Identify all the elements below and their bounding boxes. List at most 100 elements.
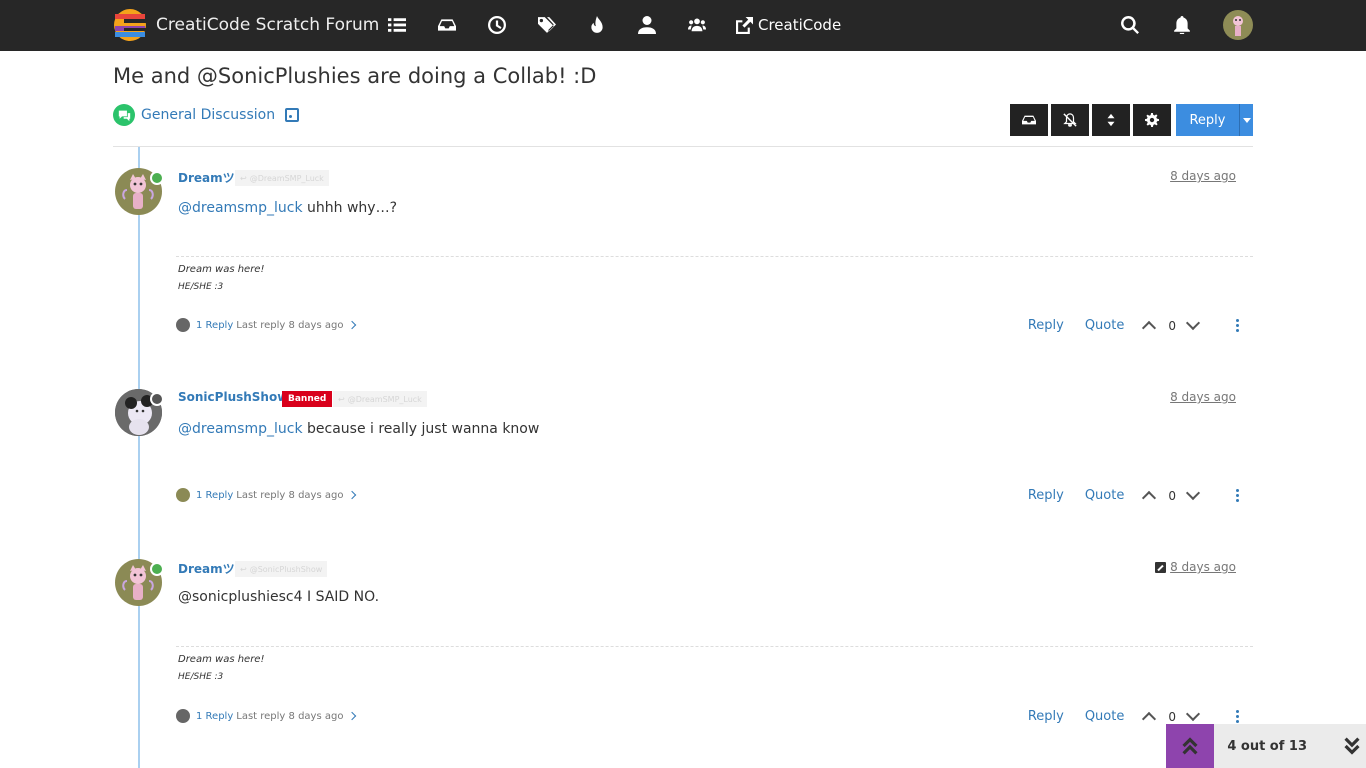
replies-count: 1 Reply <box>196 489 234 501</box>
header-divider <box>113 146 1253 147</box>
user-avatar[interactable] <box>1223 10 1253 40</box>
navbar: CreatiCode Scratch Forum CreatiCode <box>0 0 1366 51</box>
reply-options-dropdown[interactable] <box>1239 104 1253 136</box>
nav-right <box>1119 10 1253 40</box>
category-name: General Discussion <box>141 107 276 123</box>
notifications-bell-icon[interactable] <box>1171 13 1193 37</box>
topic-reply-button[interactable]: Reply <box>1176 104 1239 136</box>
post-quote-button[interactable]: Quote <box>1085 488 1125 503</box>
creaticode-external-link[interactable]: CreatiCode <box>736 16 841 34</box>
post-author[interactable]: SonicPlushShow <box>178 390 288 404</box>
signature-divider <box>176 646 1253 647</box>
signature-divider <box>176 256 1253 257</box>
mention-link[interactable]: @dreamsmp_luck <box>178 421 303 437</box>
post-menu-icon[interactable] <box>1236 319 1239 332</box>
post: SonicPlushShow Banned ↩ @DreamSMP_Luck 8 … <box>113 369 1253 539</box>
post-replies-toggle[interactable]: 1 Reply Last reply 8 days ago <box>176 488 357 502</box>
post-author[interactable]: Dreamツ <box>178 560 235 577</box>
downvote-icon[interactable] <box>1185 485 1201 501</box>
groups-icon[interactable] <box>686 13 708 37</box>
reply-avatar <box>176 318 190 332</box>
popular-icon[interactable] <box>586 13 608 37</box>
post-reply-button[interactable]: Reply <box>1028 488 1064 503</box>
signature-pronouns: HE/SHE :3 <box>178 282 224 292</box>
double-chevron-down-icon <box>1343 737 1360 755</box>
downvote-icon[interactable] <box>1185 706 1201 722</box>
sort-button[interactable] <box>1092 104 1130 136</box>
upvote-icon[interactable] <box>1142 320 1157 336</box>
topic-category[interactable]: General Discussion <box>113 104 300 126</box>
topic-tools-button[interactable] <box>1133 104 1171 136</box>
signature-line: Dream was here! <box>178 264 265 275</box>
pagination-bar: 4 out of 13 <box>1166 724 1366 768</box>
unwatch-icon <box>1063 113 1077 127</box>
reply-arrow-icon: ↩ <box>240 564 247 574</box>
post-menu-icon[interactable] <box>1236 489 1239 502</box>
external-link-label: CreatiCode <box>758 16 842 34</box>
users-icon[interactable] <box>636 13 658 37</box>
reply-avatar <box>176 709 190 723</box>
post-actions: Reply Quote 0 <box>1028 485 1239 506</box>
rss-icon[interactable] <box>285 108 300 122</box>
chevron-right-icon <box>348 320 357 330</box>
post-actions: Reply Quote 0 <box>1028 706 1239 727</box>
edited-icon <box>1155 561 1167 573</box>
chevron-right-icon <box>348 490 357 500</box>
post: Dreamツ ↩ @DreamSMP_Luck 8 days ago @dream… <box>113 148 1253 363</box>
post-actions: Reply Quote 0 <box>1028 315 1239 336</box>
post-menu-icon[interactable] <box>1236 710 1239 723</box>
mark-unread-button[interactable] <box>1010 104 1048 136</box>
post-timestamp[interactable]: 8 days ago <box>1155 560 1236 574</box>
post-reply-button[interactable]: Reply <box>1028 318 1064 333</box>
reply-to-link[interactable]: ↩ @DreamSMP_Luck <box>235 170 329 186</box>
topic-title: Me and @SonicPlushies are doing a Collab… <box>113 64 597 88</box>
reply-to-link[interactable]: ↩ @DreamSMP_Luck <box>333 391 427 407</box>
post-author[interactable]: Dreamツ <box>178 169 235 186</box>
watch-button[interactable] <box>1051 104 1089 136</box>
post-text: uhhh why…? <box>302 200 397 216</box>
upvote-icon[interactable] <box>1142 490 1157 506</box>
post-reply-button[interactable]: Reply <box>1028 709 1064 724</box>
post-timestamp-text: 8 days ago <box>1170 560 1236 574</box>
replies-count: 1 Reply <box>196 319 234 331</box>
post-content: @sonicplushiesc4 I SAID NO. <box>178 589 380 605</box>
scroll-to-bottom-button[interactable] <box>1337 735 1366 757</box>
brand[interactable]: CreatiCode Scratch Forum <box>113 8 379 42</box>
post-content: @dreamsmp_luck because i really just wan… <box>178 421 539 437</box>
online-status-indicator <box>150 562 164 576</box>
signature-line: Dream was here! <box>178 654 265 665</box>
banned-badge: Banned <box>282 391 333 407</box>
vote-count: 0 <box>1168 709 1176 724</box>
vote-count: 0 <box>1168 488 1176 503</box>
last-reply-time: Last reply 8 days ago <box>236 710 344 722</box>
last-reply-time: Last reply 8 days ago <box>236 489 344 501</box>
reply-to-link[interactable]: ↩ @SonicPlushShow <box>235 561 328 577</box>
post-replies-toggle[interactable]: 1 Reply Last reply 8 days ago <box>176 709 357 723</box>
last-reply-time: Last reply 8 days ago <box>236 319 344 331</box>
unread-icon[interactable] <box>436 13 458 37</box>
search-icon[interactable] <box>1119 13 1141 37</box>
mention-link[interactable]: @dreamsmp_luck <box>178 200 303 216</box>
post: Dreamツ ↩ @SonicPlushShow 8 days ago @soni… <box>113 539 1253 768</box>
reply-arrow-icon: ↩ <box>240 173 247 183</box>
post-quote-button[interactable]: Quote <box>1085 709 1125 724</box>
upvote-icon[interactable] <box>1142 711 1157 727</box>
downvote-icon[interactable] <box>1185 315 1201 331</box>
online-status-indicator <box>150 171 164 185</box>
post-timestamp[interactable]: 8 days ago <box>1170 169 1236 183</box>
pagination-position[interactable]: 4 out of 13 <box>1227 739 1307 754</box>
replies-count: 1 Reply <box>196 710 234 722</box>
post-timestamp[interactable]: 8 days ago <box>1170 390 1236 404</box>
external-link-icon <box>736 16 753 34</box>
topic-toolbar: Reply <box>1010 104 1253 136</box>
reply-to-user: @SonicPlushShow <box>249 564 323 574</box>
creaticode-logo <box>114 9 146 41</box>
categories-icon[interactable] <box>386 13 408 37</box>
tags-icon[interactable] <box>536 13 558 37</box>
signature-pronouns: HE/SHE :3 <box>178 672 224 682</box>
post-replies-toggle[interactable]: 1 Reply Last reply 8 days ago <box>176 318 357 332</box>
recent-icon[interactable] <box>486 13 508 37</box>
post-quote-button[interactable]: Quote <box>1085 318 1125 333</box>
reply-avatar <box>176 488 190 502</box>
scroll-to-top-button[interactable] <box>1166 724 1215 768</box>
